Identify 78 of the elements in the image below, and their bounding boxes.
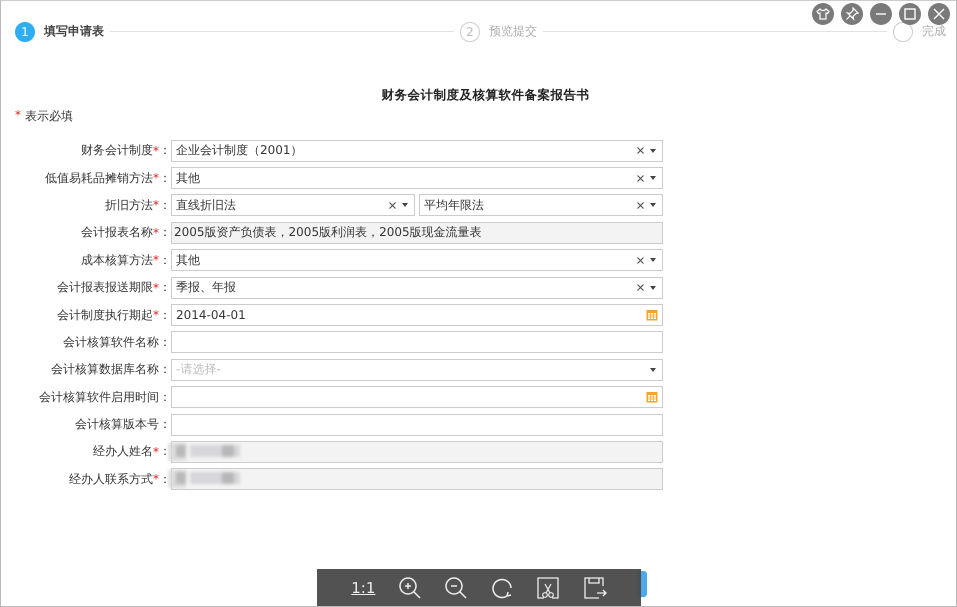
caret-icon[interactable] <box>650 258 656 262</box>
required-mark: * <box>153 444 159 459</box>
select-field[interactable]: 企业会计制度（2001） <box>171 140 663 162</box>
date-field[interactable] <box>171 386 663 408</box>
select-field[interactable]: 其他 <box>171 249 663 272</box>
step-label: 填写申请表 <box>44 23 104 40</box>
label-colon: ： <box>159 252 171 269</box>
clear-icon[interactable] <box>637 202 644 209</box>
label-colon: ： <box>159 470 171 488</box>
required-mark: * <box>153 472 159 486</box>
input-field[interactable] <box>171 414 663 436</box>
label-colon: ： <box>159 306 171 324</box>
input-field[interactable] <box>171 331 663 354</box>
required-note: 表示必填 <box>25 108 73 125</box>
required-mark: * <box>153 144 159 158</box>
save-as-icon[interactable] <box>582 576 607 600</box>
field-label: 会计核算软件名称 <box>63 334 159 351</box>
caret-icon[interactable] <box>650 368 656 372</box>
required-mark: * <box>153 226 159 240</box>
close-icon[interactable] <box>928 3 950 25</box>
label-colon: ： <box>159 142 171 160</box>
clear-icon[interactable] <box>637 174 644 182</box>
shirt-icon[interactable] <box>812 3 834 25</box>
select-field[interactable]: 直线折旧法 <box>171 194 415 216</box>
label-colon: ： <box>159 170 171 187</box>
clear-icon[interactable] <box>637 147 644 154</box>
step-number: 2 <box>460 22 480 42</box>
label-colon: ： <box>159 443 171 460</box>
field-label: 经办人联系方式 <box>69 470 153 488</box>
date-field[interactable]: 2014-04-01 <box>171 304 663 326</box>
label-colon: ： <box>159 224 171 242</box>
field-label: 会计报表报送期限 <box>57 279 153 296</box>
label-colon: ： <box>159 279 171 296</box>
caret-icon[interactable] <box>650 203 656 208</box>
step-label: 完成 <box>922 23 946 40</box>
label-colon: ： <box>159 196 171 214</box>
select-field[interactable]: 其他 <box>171 167 663 190</box>
step-label: 预览提交 <box>489 23 537 40</box>
field-label: 成本核算方法 <box>81 252 153 269</box>
field-label: 会计报表名称 <box>81 224 153 242</box>
required-mark: * <box>153 198 159 212</box>
field-label: 低值易耗品摊销方法 <box>45 170 153 187</box>
form-title: 财务会计制度及核算软件备案报告书 <box>380 87 590 104</box>
minimize-icon[interactable] <box>870 3 892 25</box>
zoom-out-icon[interactable] <box>444 576 468 600</box>
zoom-in-icon[interactable] <box>398 576 422 600</box>
select-field[interactable]: 季报、年报 <box>171 276 663 299</box>
readonly-field: 2005版资产负债表，2005版利润表，2005版现金流量表 <box>171 222 663 244</box>
required-mark: * <box>153 280 159 295</box>
label-colon: ： <box>159 416 171 434</box>
label-colon: ： <box>159 361 171 378</box>
field-label: 经办人姓名 <box>93 443 153 460</box>
required-mark: * <box>153 171 159 186</box>
caret-icon[interactable] <box>650 148 656 153</box>
field-label: 会计核算版本号 <box>75 416 159 434</box>
field-label: 折旧方法 <box>105 196 153 214</box>
field-label: 会计制度执行期起 <box>57 306 153 324</box>
pin-icon[interactable] <box>841 3 863 25</box>
caret-icon[interactable] <box>650 176 656 180</box>
field-label: 会计核算软件启用时间 <box>39 388 159 406</box>
select-field[interactable]: 平均年限法 <box>419 194 663 216</box>
clear-icon[interactable] <box>389 202 396 209</box>
scissors-icon[interactable] <box>536 576 560 600</box>
maximize-icon[interactable] <box>899 3 921 25</box>
clear-icon[interactable] <box>637 284 644 292</box>
field-label: 财务会计制度 <box>81 142 153 160</box>
field-label: 会计核算数据库名称 <box>51 361 159 378</box>
required-mark: * <box>15 108 21 124</box>
caret-icon[interactable] <box>650 286 656 290</box>
required-mark: * <box>153 308 159 322</box>
clear-icon[interactable] <box>637 256 644 264</box>
step-number: 1 <box>15 22 35 42</box>
caret-icon[interactable] <box>402 203 408 208</box>
rotate-icon[interactable] <box>490 576 514 600</box>
required-mark: * <box>153 253 159 268</box>
label-colon: ： <box>159 334 171 351</box>
label-colon: ： <box>159 388 171 406</box>
actual-size-button[interactable]: 1:1 <box>351 579 376 597</box>
